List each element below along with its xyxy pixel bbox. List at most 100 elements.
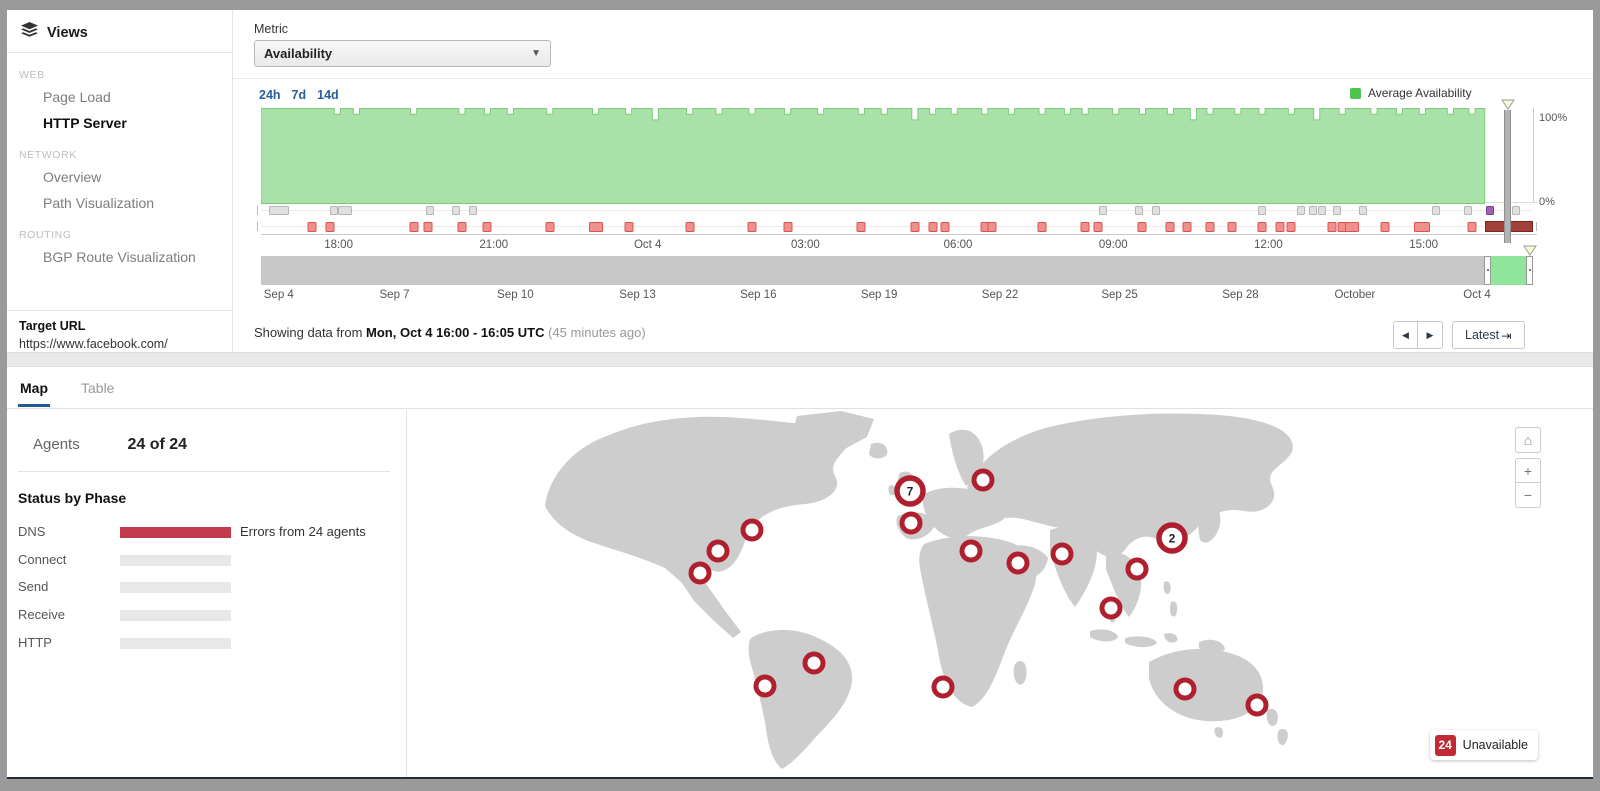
error-marker[interactable] [1258, 222, 1267, 232]
selected-event-marker[interactable] [1486, 206, 1494, 215]
tab-table[interactable]: Table [79, 367, 116, 407]
time-range-14d[interactable]: 14d [317, 88, 339, 102]
metric-dropdown[interactable]: Availability ▼ [254, 40, 551, 67]
time-range-24h[interactable]: 24h [259, 88, 281, 102]
x-tick-label: 09:00 [1099, 239, 1128, 251]
sidebar-item-page-load[interactable]: Page Load [7, 84, 232, 110]
error-marker[interactable] [783, 222, 792, 232]
error-marker[interactable] [1467, 222, 1476, 232]
error-marker[interactable] [457, 222, 466, 232]
error-marker[interactable] [1287, 222, 1296, 232]
agent-marker[interactable] [1009, 554, 1027, 572]
event-marker[interactable] [1099, 206, 1107, 215]
error-marker[interactable] [857, 222, 866, 232]
event-marker[interactable] [1297, 206, 1305, 215]
error-marker[interactable] [1038, 222, 1047, 232]
error-marker[interactable] [1081, 222, 1090, 232]
agent-marker[interactable] [1176, 680, 1194, 698]
previous-round-button[interactable]: ◀ [1393, 321, 1418, 349]
error-marker[interactable] [1166, 222, 1175, 232]
availability-area-chart[interactable] [261, 108, 1533, 204]
event-marker[interactable] [269, 206, 289, 215]
agent-marker[interactable] [1248, 696, 1266, 714]
agent-marker[interactable] [934, 678, 952, 696]
error-marker[interactable] [941, 222, 950, 232]
event-marker[interactable] [338, 206, 352, 215]
scrubber-handle-left[interactable] [1484, 256, 1491, 285]
error-marker[interactable] [307, 222, 316, 232]
agent-marker[interactable] [743, 521, 761, 539]
error-marker[interactable] [483, 222, 492, 232]
scrubber-position-marker[interactable] [1523, 245, 1537, 256]
agent-cluster-marker[interactable]: 2 [1159, 525, 1185, 551]
event-marker[interactable] [1359, 206, 1367, 215]
agent-marker[interactable] [1128, 560, 1146, 578]
latest-button[interactable]: Latest⇥ [1452, 321, 1525, 349]
error-marker[interactable] [589, 222, 603, 232]
agent-marker[interactable] [691, 564, 709, 582]
time-selector-handle[interactable] [1501, 99, 1515, 110]
error-marker[interactable] [1414, 222, 1430, 232]
event-marker[interactable] [1258, 206, 1266, 215]
error-marker[interactable] [928, 222, 937, 232]
agent-marker[interactable] [1053, 545, 1071, 563]
error-marker[interactable] [1275, 222, 1284, 232]
time-range-7d[interactable]: 7d [292, 88, 307, 102]
event-marker[interactable] [1333, 206, 1341, 215]
event-marker[interactable] [1152, 206, 1160, 215]
error-marker[interactable] [1205, 222, 1214, 232]
event-marker[interactable] [1318, 206, 1326, 215]
error-marker[interactable] [1345, 222, 1359, 232]
error-marker[interactable] [988, 222, 997, 232]
x-tick-label: 06:00 [944, 239, 973, 251]
error-marker[interactable] [1328, 222, 1337, 232]
error-marker[interactable] [624, 222, 633, 232]
event-marker[interactable] [1432, 206, 1440, 215]
timeline-scrubber[interactable] [261, 256, 1533, 285]
zoom-in-button[interactable]: + [1515, 458, 1541, 483]
sidebar-item-bgp-route-visualization[interactable]: BGP Route Visualization [7, 244, 232, 270]
event-marker[interactable] [469, 206, 477, 215]
agent-marker[interactable] [805, 654, 823, 672]
scrubber-handle-right[interactable] [1526, 256, 1533, 285]
agent-marker[interactable] [902, 514, 920, 532]
sidebar-item-overview[interactable]: Overview [7, 164, 232, 190]
agent-marker[interactable] [709, 542, 727, 560]
continent-shape [1277, 729, 1287, 745]
error-marker[interactable] [685, 222, 694, 232]
event-marker[interactable] [426, 206, 434, 215]
scrubber-date-label: Sep 28 [1222, 289, 1258, 301]
agent-cluster-marker[interactable]: 7 [897, 478, 923, 504]
event-marker[interactable] [1512, 206, 1520, 215]
agent-marker[interactable] [756, 677, 774, 695]
zoom-out-button[interactable]: − [1515, 483, 1541, 508]
sidebar-item-path-visualization[interactable]: Path Visualization [7, 190, 232, 216]
event-marker[interactable] [330, 206, 338, 215]
target-url-label: Target URL [19, 319, 232, 333]
error-marker[interactable] [910, 222, 919, 232]
world-map[interactable]: 72 ⌂ + − 24 Unavailable [406, 410, 1593, 777]
error-marker[interactable] [747, 222, 756, 232]
error-marker[interactable] [1227, 222, 1236, 232]
error-marker[interactable] [1381, 222, 1390, 232]
time-selector-bar[interactable] [1504, 110, 1511, 243]
error-marker[interactable] [1183, 222, 1192, 232]
event-marker[interactable] [1135, 206, 1143, 215]
tab-map[interactable]: Map [18, 367, 50, 407]
agent-marker[interactable] [974, 471, 992, 489]
event-marker[interactable] [452, 206, 460, 215]
screen: Views WEBPage LoadHTTP ServerNETWORKOver… [0, 0, 1600, 791]
error-marker[interactable] [325, 222, 334, 232]
error-marker[interactable] [409, 222, 418, 232]
error-marker[interactable] [1093, 222, 1102, 232]
error-marker[interactable] [1138, 222, 1147, 232]
map-home-button[interactable]: ⌂ [1515, 427, 1541, 453]
error-marker[interactable] [423, 222, 432, 232]
error-marker[interactable] [545, 222, 554, 232]
event-marker[interactable] [1464, 206, 1472, 215]
event-marker[interactable] [1309, 206, 1317, 215]
sidebar-item-http-server[interactable]: HTTP Server [7, 110, 232, 136]
agent-marker[interactable] [1102, 599, 1120, 617]
agent-marker[interactable] [962, 542, 980, 560]
next-round-button[interactable]: ▶ [1418, 321, 1443, 349]
